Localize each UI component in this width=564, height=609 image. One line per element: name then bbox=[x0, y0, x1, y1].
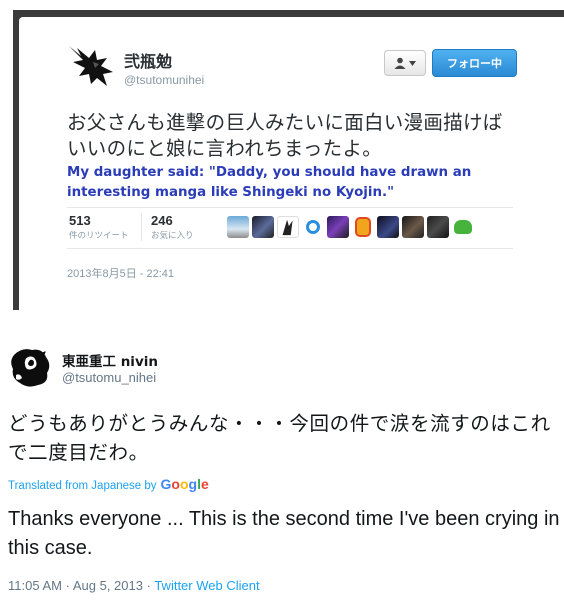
meta-separator: · bbox=[146, 578, 151, 593]
embedded-handle[interactable]: @tsutomunihei bbox=[124, 73, 204, 87]
ink-splash-avatar-icon bbox=[11, 349, 50, 387]
tweet-date[interactable]: Aug 5, 2013 bbox=[73, 578, 143, 593]
retweeter-avatar[interactable] bbox=[427, 216, 449, 238]
stat-divider bbox=[141, 213, 142, 241]
retweeter-avatar[interactable] bbox=[327, 216, 349, 238]
retweeter-avatar[interactable] bbox=[352, 216, 374, 238]
retweeter-avatar[interactable] bbox=[302, 216, 324, 238]
tweet-text-translated: Thanks everyone ... This is the second t… bbox=[8, 508, 560, 559]
retweeter-avatar[interactable] bbox=[227, 216, 249, 238]
embedded-tweet-stats: 513 件のリツイート 246 お気に入り bbox=[67, 207, 513, 249]
embedded-tweet-card: 弐瓶勉 @tsutomunihei フォロー中 お父さんも進撃の巨人みたいに面白… bbox=[19, 17, 564, 310]
avatar[interactable] bbox=[8, 345, 52, 389]
retweets-label: 件のリツイート bbox=[69, 231, 129, 241]
caret-down-icon bbox=[409, 60, 416, 66]
retweets-count: 513 bbox=[69, 213, 91, 228]
following-button[interactable]: フォロー中 bbox=[432, 49, 517, 77]
translated-from-label: Translated from Japanese by bbox=[8, 480, 157, 492]
user-actions-button[interactable] bbox=[384, 50, 426, 76]
favorites-count: 246 bbox=[151, 213, 173, 228]
embedded-tweet-date[interactable]: 2013年8月5日 - 22:41 bbox=[67, 265, 174, 281]
google-logo: Google bbox=[160, 476, 209, 492]
person-icon bbox=[394, 57, 406, 69]
retweeter-avatar[interactable] bbox=[277, 216, 299, 238]
retweeter-avatar[interactable] bbox=[452, 216, 474, 238]
dragon-avatar-icon bbox=[69, 46, 113, 86]
embedded-display-name[interactable]: 弐瓶勉 bbox=[124, 48, 172, 72]
retweeter-avatar[interactable] bbox=[402, 216, 424, 238]
favorites-label: お気に入り bbox=[151, 231, 194, 241]
tweet-meta: 11:05 AM · Aug 5, 2013 · Twitter Web Cli… bbox=[8, 578, 260, 593]
tweet-time[interactable]: 11:05 AM bbox=[8, 578, 62, 593]
embedded-tweet-text-jp: お父さんも進撃の巨人みたいに面白い漫画描けばいいのにと娘に言われちまったよ。 bbox=[67, 111, 503, 160]
retweets-stat[interactable]: 513 件のリツイート bbox=[69, 213, 129, 241]
tweet-client-link[interactable]: Twitter Web Client bbox=[154, 578, 259, 593]
meta-separator: · bbox=[65, 578, 70, 593]
embedded-tweet-text-en: My daughter said: "Daddy, you should hav… bbox=[67, 165, 472, 200]
translation-attribution[interactable]: Translated from Japanese by Google bbox=[8, 476, 209, 492]
retweeter-avatar[interactable] bbox=[252, 216, 274, 238]
retweeter-avatar[interactable] bbox=[377, 216, 399, 238]
display-name[interactable]: 東亜重工 nivin bbox=[62, 350, 158, 370]
handle[interactable]: @tsutomu_nihei bbox=[62, 370, 156, 385]
tweet-text-jp: どうもありがとうみんな・・・今回の件で涙を流すのはこれで二度目だわ。 bbox=[8, 412, 551, 464]
retweeter-avatars bbox=[227, 216, 474, 238]
favorites-stat[interactable]: 246 お気に入り bbox=[151, 213, 194, 241]
embedded-tweet-screenshot: 弐瓶勉 @tsutomunihei フォロー中 お父さんも進撃の巨人みたいに面白… bbox=[13, 10, 564, 310]
